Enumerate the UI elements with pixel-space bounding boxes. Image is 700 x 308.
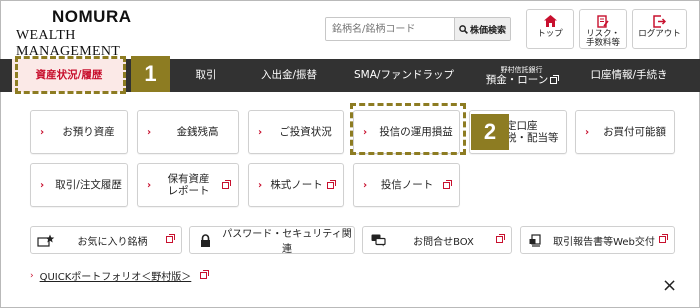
search-icon: [459, 24, 468, 34]
callout-number-1: 1: [131, 56, 170, 92]
logo-line1: NOMURA: [52, 7, 132, 26]
document-pen-icon: [597, 14, 609, 28]
risk-fees-button[interactable]: リスク・ 手数料等: [579, 9, 627, 49]
chevron-right-icon: ›: [40, 179, 45, 191]
home-icon: [543, 15, 557, 27]
nav-trade[interactable]: 取引: [168, 59, 244, 92]
nav-account-info[interactable]: 口座情報/手続き: [569, 59, 689, 92]
callout-number-2: 2: [471, 114, 509, 150]
external-link-icon-wrap: [198, 269, 210, 281]
inquiry-box-label: お問合せBOX: [413, 236, 474, 248]
nav-deposit-loan-label: 預金・ローン: [485, 73, 549, 86]
external-link-icon: [659, 234, 668, 243]
chevron-right-icon: ›: [40, 126, 45, 138]
quick-portfolio-link[interactable]: › QUICKポートフォリオ＜野村版＞: [30, 268, 210, 283]
stock-search-button[interactable]: 株価検索: [454, 18, 510, 40]
document-icon: [529, 233, 541, 247]
logout-icon: [653, 14, 666, 28]
web-delivery-label: 取引報告書等Web交付: [553, 236, 655, 248]
nav-deposit-transfer[interactable]: 入出金/振替: [244, 59, 334, 92]
menu-order-history[interactable]: › 取引/注文履歴: [30, 163, 128, 207]
menu-cash-balance[interactable]: › 金銭残高: [137, 110, 239, 154]
external-link-icon-wrap: [220, 179, 232, 190]
menu-buying-power[interactable]: › お買付可能額: [575, 110, 675, 154]
chevron-right-icon: ›: [585, 126, 590, 138]
chevron-right-icon: ›: [258, 179, 263, 191]
external-link-icon-wrap: [657, 234, 668, 246]
menu-holdings-report-label: 保有資産 レポート: [167, 173, 210, 197]
external-link-icon: [496, 234, 505, 243]
menu-stock-note-label: 株式ノート: [270, 179, 323, 191]
external-link-icon: [443, 179, 452, 189]
web-delivery-button[interactable]: 取引報告書等Web交付: [520, 226, 675, 254]
external-link-icon: [550, 74, 560, 84]
menu-fund-note-label: 投信ノート: [380, 179, 434, 191]
nav-deposit-transfer-label: 入出金/振替: [260, 69, 318, 81]
external-link-icon: [166, 234, 175, 243]
callout-frame-2: [350, 103, 466, 155]
password-security-label: パスワード・セキュリティ関連: [222, 229, 352, 255]
inquiry-box-button[interactable]: お問合せBOX: [362, 226, 512, 254]
external-link-icon-wrap: [441, 179, 453, 190]
menu-investment-status[interactable]: › ご投資状況: [248, 110, 344, 154]
nav-trade-label: 取引: [195, 69, 217, 81]
favorite-star-icon: [37, 234, 55, 247]
favorites-button[interactable]: お気に入り銘柄: [30, 226, 182, 254]
menu-custody-assets[interactable]: › お預り資産: [30, 110, 128, 154]
callout-frame-1: [15, 56, 126, 94]
lock-icon: [200, 233, 210, 247]
menu-buying-power-label: お買付可能額: [603, 126, 667, 138]
chevron-right-icon: ›: [30, 270, 34, 281]
menu-holdings-report[interactable]: › 保有資産 レポート: [137, 163, 239, 207]
close-icon[interactable]: ×: [662, 275, 677, 296]
nav-deposit-loan[interactable]: 野村信託銀行 預金・ローン: [474, 59, 569, 92]
chevron-right-icon: ›: [363, 179, 368, 191]
risk-fees-label: リスク・ 手数料等: [585, 29, 620, 48]
nav-account-info-label: 口座情報/手続き: [590, 69, 668, 81]
external-link-icon: [222, 179, 231, 189]
external-link-icon-wrap: [164, 234, 175, 246]
top-label: トップ: [537, 29, 563, 39]
chevron-right-icon: ›: [147, 126, 152, 138]
external-link-icon-wrap: [325, 179, 337, 190]
menu-stock-note[interactable]: › 株式ノート: [248, 163, 344, 207]
password-security-button[interactable]: パスワード・セキュリティ関連: [189, 226, 355, 255]
chevron-right-icon: ›: [147, 179, 152, 191]
favorites-label: お気に入り銘柄: [77, 236, 148, 248]
stock-search: 株価検索: [325, 17, 511, 41]
quick-portfolio-label: QUICKポートフォリオ＜野村版＞: [39, 272, 192, 283]
stock-search-label: 株価検索: [469, 25, 506, 36]
nomura-logo[interactable]: NOMURA WEALTH MANAGEMENT: [16, 7, 166, 60]
menu-investment-status-label: ご投資状況: [279, 126, 332, 138]
external-link-icon: [327, 179, 336, 189]
top-button[interactable]: トップ: [526, 9, 574, 49]
menu-custody-assets-label: お預り資産: [62, 126, 115, 138]
logout-button[interactable]: ログアウト: [632, 9, 687, 49]
stock-search-input[interactable]: [326, 18, 454, 40]
nav-sma-fundwrap[interactable]: SMA/ファンドラップ: [334, 59, 474, 92]
nav-sma-fundwrap-label: SMA/ファンドラップ: [354, 69, 454, 81]
external-link-icon: [200, 269, 210, 279]
external-link-icon-wrap: [494, 234, 505, 246]
logout-label: ログアウト: [638, 29, 681, 39]
menu-order-history-label: 取引/注文履歴: [55, 179, 122, 191]
chat-icon: [371, 234, 386, 246]
chevron-right-icon: ›: [258, 126, 263, 138]
menu-cash-balance-label: 金銭残高: [176, 126, 219, 138]
menu-fund-note[interactable]: › 投信ノート: [353, 163, 460, 207]
